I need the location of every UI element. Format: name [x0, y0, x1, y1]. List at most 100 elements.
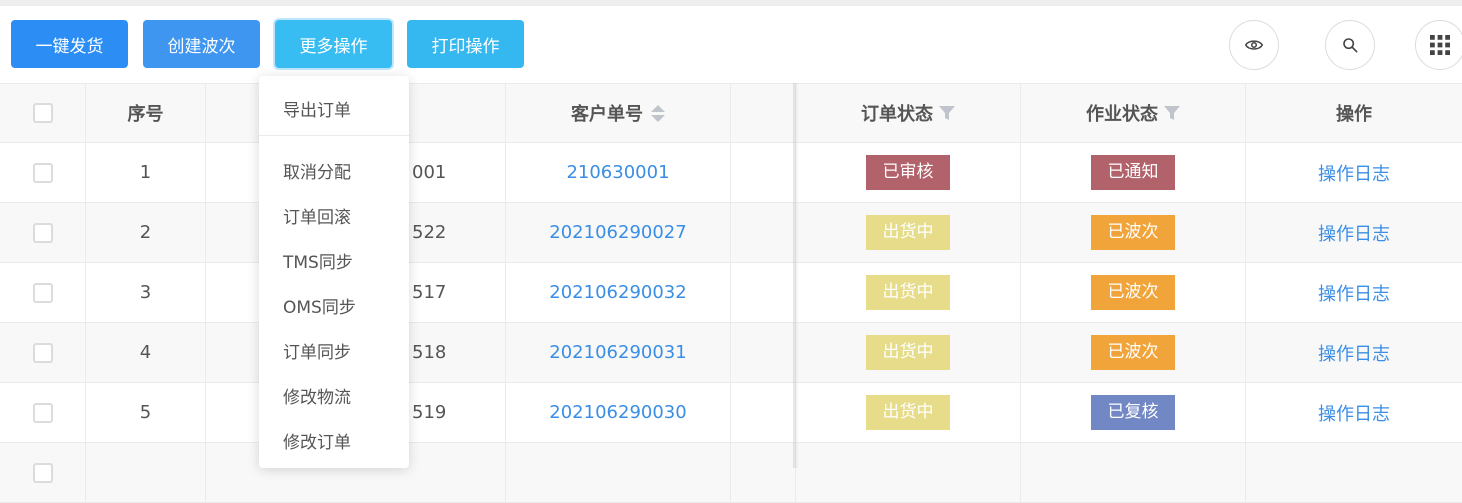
table-row	[0, 443, 1462, 503]
status-badge: 出货中	[866, 395, 950, 430]
eye-icon	[1245, 40, 1263, 50]
search-icon	[1343, 38, 1358, 53]
row-select-cell	[0, 263, 86, 322]
status-badge: 出货中	[866, 215, 950, 250]
menu-divider	[259, 135, 409, 136]
row-select-cell	[0, 323, 86, 382]
menu-item-edit-order[interactable]: 修改订单	[283, 428, 351, 453]
header-customer-no[interactable]: 客户单号	[506, 84, 731, 142]
header-action: 操作	[1336, 104, 1372, 125]
status-badge: 已波次	[1091, 275, 1175, 310]
row-customer-no-link[interactable]: 202106290031	[506, 323, 731, 382]
more-actions-menu: 导出订单 取消分配 订单回滚 TMS同步 OMS同步 订单同步 修改物流 修改订…	[259, 76, 409, 468]
row-customer-no-link[interactable]: 202106290032	[506, 263, 731, 322]
operation-log-link[interactable]: 操作日志	[1246, 383, 1462, 442]
row-checkbox[interactable]	[32, 342, 53, 363]
header-index: 序号	[86, 84, 206, 142]
row-blank	[731, 263, 796, 322]
select-all-checkbox[interactable]	[32, 103, 53, 123]
row-select-cell	[0, 443, 86, 502]
row-order-status: 出货中	[796, 203, 1021, 262]
header-order-status-label: 订单状态	[861, 104, 933, 125]
row-work-status: 已通知	[1021, 143, 1246, 202]
menu-item-oms-sync[interactable]: OMS同步	[283, 293, 356, 318]
row-index: 3	[86, 263, 206, 322]
row-blank	[731, 323, 796, 382]
create-wave-button[interactable]: 创建波次	[143, 20, 260, 68]
operation-log-link[interactable]	[1246, 443, 1462, 502]
row-customer-no-link[interactable]	[506, 443, 731, 502]
row-index	[86, 443, 206, 502]
row-index: 2	[86, 203, 206, 262]
print-actions-button[interactable]: 打印操作	[407, 20, 524, 68]
header-order-status: 订单状态	[796, 84, 1021, 142]
row-blank	[731, 383, 796, 442]
operation-log-link[interactable]: 操作日志	[1246, 323, 1462, 382]
grid-icon	[1430, 35, 1450, 55]
header-blank	[731, 84, 796, 142]
row-work-status: 已波次	[1021, 323, 1246, 382]
table-header: 序号 客户单号 订单状态 作业状态 操作	[0, 83, 1462, 143]
row-work-status: 已波次	[1021, 263, 1246, 322]
status-badge: 已复核	[1091, 395, 1175, 430]
status-badge: 已波次	[1091, 335, 1175, 370]
more-actions-button[interactable]: 更多操作	[275, 20, 392, 68]
operation-log-link[interactable]: 操作日志	[1246, 263, 1462, 322]
row-blank	[731, 143, 796, 202]
one-click-ship-button[interactable]: 一键发货	[11, 20, 128, 68]
menu-item-tms-sync[interactable]: TMS同步	[283, 248, 353, 273]
header-work-status-label: 作业状态	[1086, 104, 1158, 125]
menu-item-order-rollback[interactable]: 订单回滚	[283, 203, 351, 228]
column-settings-button[interactable]	[1415, 20, 1462, 70]
table-row: 2 522 202106290027 出货中 已波次 操作日志	[0, 203, 1462, 263]
row-blank	[731, 203, 796, 262]
row-select-cell	[0, 383, 86, 442]
menu-item-export-orders[interactable]: 导出订单	[283, 96, 351, 121]
row-customer-no-link[interactable]: 210630001	[506, 143, 731, 202]
select-all-cell	[0, 84, 86, 142]
row-select-cell	[0, 203, 86, 262]
menu-item-cancel-allocation[interactable]: 取消分配	[283, 158, 351, 183]
row-order-status: 出货中	[796, 383, 1021, 442]
row-order-status	[796, 443, 1021, 502]
row-work-status	[1021, 443, 1246, 502]
status-badge: 出货中	[866, 335, 950, 370]
row-index: 5	[86, 383, 206, 442]
menu-item-order-sync[interactable]: 订单同步	[283, 338, 351, 363]
row-work-status: 已波次	[1021, 203, 1246, 262]
header-work-status: 作业状态	[1021, 84, 1246, 142]
row-order-status: 已审核	[796, 143, 1021, 202]
operation-log-link[interactable]: 操作日志	[1246, 143, 1462, 202]
table-row: 3 517 202106290032 出货中 已波次 操作日志	[0, 263, 1462, 323]
row-index: 4	[86, 323, 206, 382]
table-row: 4 518 202106290031 出货中 已波次 操作日志	[0, 323, 1462, 383]
row-customer-no-link[interactable]: 202106290030	[506, 383, 731, 442]
table-row: 5 519 202106290030 出货中 已复核 操作日志	[0, 383, 1462, 443]
view-toggle-button[interactable]	[1229, 20, 1279, 70]
table-row: 1 001 210630001 已审核 已通知 操作日志	[0, 143, 1462, 203]
row-checkbox[interactable]	[32, 282, 53, 303]
row-checkbox[interactable]	[32, 462, 53, 483]
status-badge: 已通知	[1091, 155, 1175, 190]
fixed-column-shadow	[793, 83, 799, 468]
search-toggle-button[interactable]	[1325, 20, 1375, 70]
row-blank	[731, 443, 796, 502]
status-badge: 已波次	[1091, 215, 1175, 250]
filter-icon[interactable]	[939, 105, 955, 121]
filter-icon[interactable]	[1164, 105, 1180, 121]
status-badge: 已审核	[866, 155, 950, 190]
row-order-status: 出货中	[796, 263, 1021, 322]
row-select-cell	[0, 143, 86, 202]
menu-item-edit-logistics[interactable]: 修改物流	[283, 383, 351, 408]
top-strip	[0, 0, 1462, 6]
status-badge: 出货中	[866, 275, 950, 310]
row-work-status: 已复核	[1021, 383, 1246, 442]
operation-log-link[interactable]: 操作日志	[1246, 203, 1462, 262]
sort-icon[interactable]	[651, 104, 665, 122]
row-checkbox[interactable]	[32, 402, 53, 423]
row-checkbox[interactable]	[32, 222, 53, 243]
row-customer-no-link[interactable]: 202106290027	[506, 203, 731, 262]
row-checkbox[interactable]	[32, 162, 53, 183]
header-customer-no-label: 客户单号	[571, 104, 643, 125]
row-index: 1	[86, 143, 206, 202]
